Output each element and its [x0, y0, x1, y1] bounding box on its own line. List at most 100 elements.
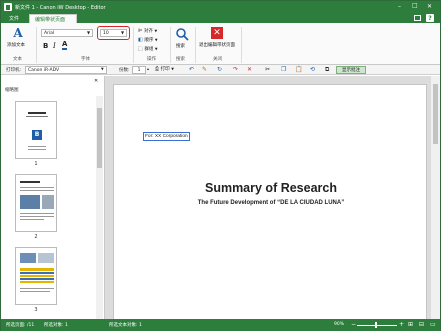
font-name-select[interactable]: Arial	[41, 29, 93, 37]
cut-icon[interactable]: ✂	[265, 66, 270, 73]
close-button[interactable]: ✕	[427, 3, 432, 10]
minimize-button[interactable]: –	[398, 3, 401, 10]
zoom-slider-thumb[interactable]	[375, 322, 377, 328]
thumbnail-page-number: 1	[34, 161, 38, 167]
rotate-icon[interactable]: ⟲	[310, 66, 315, 73]
printer-label: 打印机:	[6, 68, 22, 73]
exit-edit-mode-button[interactable]: ✕ 退出编辑带状页面	[199, 26, 237, 52]
zoom-out-icon[interactable]: −	[351, 321, 356, 328]
tab-edit-ribbon[interactable]: 编辑带状页面	[29, 14, 77, 23]
status-bar: 所选页面: /11 所选对象: 1 所选文本对象: 1 90% − + ⊞ ⊟ …	[1, 319, 440, 331]
document-subtitle: The Future Development of “DE LA CIUDAD …	[197, 200, 345, 206]
group-label: 群组	[144, 47, 154, 52]
thumbnail-table-row	[20, 272, 54, 274]
printer-icon: ⎙	[155, 66, 160, 72]
thumbnail-page-2[interactable]	[15, 174, 57, 232]
copies-input[interactable]: 1	[132, 66, 146, 74]
thumbnail-subtitle-line	[26, 116, 48, 117]
thumbnail-text-line	[20, 216, 54, 217]
thumbnail-image	[20, 253, 36, 263]
group-label-close: 关闭	[213, 57, 222, 62]
align-label: 对齐	[143, 29, 153, 34]
print-button[interactable]: ⎙ 打印 ▼	[155, 66, 181, 74]
thumbnail-page-3[interactable]	[15, 247, 57, 305]
separator	[36, 27, 37, 63]
maximize-button[interactable]: □	[412, 2, 418, 9]
view-mode-icon[interactable]: ⧉	[325, 66, 329, 74]
thumbnail-text-line	[20, 291, 50, 292]
chevron-down-icon: ▼	[154, 29, 158, 33]
thumbnail-title-line	[20, 181, 40, 183]
document-page[interactable]: For: XX Corporation Summary of Research …	[113, 84, 427, 324]
italic-button[interactable]: I	[53, 42, 56, 50]
group-label-operation: 操作	[147, 57, 156, 62]
menu-tab-bar: 文件 编辑带状页面 ?	[1, 13, 440, 23]
show-annotation-button[interactable]: 显示批注	[336, 66, 366, 74]
paste-icon[interactable]: 📋	[295, 66, 302, 73]
text-color-button[interactable]: A	[62, 41, 68, 50]
group-icon: ⬚	[138, 46, 143, 52]
thumbnail-list: B 1 2 3	[1, 96, 97, 319]
thumbnail-page-1[interactable]: B	[15, 101, 57, 159]
fit-width-icon[interactable]: ⊟	[419, 321, 424, 328]
add-text-button[interactable]: A 添加文本	[6, 26, 30, 52]
tab-edit-ribbon-label: 编辑带状页面	[35, 17, 66, 23]
chevron-down-icon: ▼	[154, 38, 158, 42]
thumbnail-table-row	[20, 275, 54, 277]
thumbnail-text-line	[20, 219, 44, 220]
printer-select[interactable]: Canon iR-ADV	[25, 66, 107, 74]
separator	[195, 27, 196, 63]
ribbon-toggle-icon[interactable]	[414, 15, 421, 21]
fit-page-icon[interactable]: ⊞	[408, 321, 413, 328]
search-button[interactable]: 搜索	[173, 26, 191, 52]
group-label-search: 搜索	[176, 57, 185, 62]
edit-icon[interactable]: ✎	[202, 66, 207, 73]
thumbnail-scrollbar[interactable]	[96, 96, 103, 319]
copies-stepper-icon[interactable]: ▴	[147, 66, 149, 71]
title-bar: 新文件 1 - Canon iW Desktop - Editor – □ ✕	[1, 1, 440, 13]
align-icon: ⊫	[138, 28, 143, 34]
thumbnail-text-line	[20, 187, 54, 188]
document-title: Summary of Research	[204, 181, 337, 195]
refresh-icon[interactable]: ↻	[217, 66, 222, 73]
canvas-scrollbar-thumb[interactable]	[433, 84, 438, 144]
delete-icon[interactable]: ✕	[247, 66, 252, 73]
undo-icon[interactable]: ↶	[189, 66, 194, 73]
zoom-slider[interactable]	[357, 325, 397, 326]
zoom-in-icon[interactable]: +	[399, 321, 404, 328]
selected-textbox[interactable]: For: XX Corporation	[143, 132, 190, 141]
full-screen-icon[interactable]: ▭	[430, 321, 436, 328]
document-canvas: For: XX Corporation Summary of Research …	[105, 76, 440, 324]
order-label: 顺序	[144, 38, 154, 43]
thumbnail-text-line	[20, 213, 54, 214]
separator	[133, 27, 134, 63]
exit-edit-mode-label: 退出编辑带状页面	[199, 43, 235, 48]
search-label: 搜索	[176, 44, 185, 49]
group-label-text: 文本	[13, 57, 22, 62]
help-icon[interactable]: ?	[426, 14, 434, 22]
group-button[interactable]: ⬚ 群组 ▼	[138, 46, 168, 54]
file-menu[interactable]: 文件	[9, 15, 19, 22]
chevron-down-icon: ▼	[154, 47, 158, 51]
print-toolbar: 打印机: Canon iR-ADV ▼ 份数: 1 ▴ ⎙ 打印 ▼ ↶ ✎ ↻…	[1, 65, 440, 75]
thumbnail-scrollbar-thumb[interactable]	[97, 108, 102, 168]
thumbnail-pane: ✕ 缩略图 B 1 2 3	[1, 76, 105, 319]
redo-icon[interactable]: ↷	[233, 66, 238, 73]
status-selected: 所选对象: 1	[44, 323, 68, 328]
search-icon	[176, 28, 189, 41]
canvas-scrollbar[interactable]	[431, 76, 440, 319]
thumbnail-image	[38, 253, 54, 263]
order-button[interactable]: ◧ 顺序 ▼	[138, 37, 168, 45]
window-title: 新文件 1 - Canon iW Desktop - Editor	[15, 5, 106, 11]
chevron-down-icon: ▼	[101, 67, 104, 71]
bold-button[interactable]: B	[43, 42, 48, 50]
status-pages: 所选页面: /11	[6, 323, 35, 328]
copy-icon[interactable]: ❐	[281, 66, 286, 73]
thumbnail-table-row	[20, 278, 54, 280]
align-button[interactable]: ⊫ 对齐 ▼	[138, 28, 168, 36]
thumbnail-title-line	[28, 112, 46, 114]
thumbnail-image	[42, 195, 54, 209]
thumbnail-close-icon[interactable]: ✕	[94, 78, 98, 84]
thumbnail-pane-title: 缩略图	[5, 88, 19, 93]
thumbnail-table-row	[20, 281, 54, 283]
